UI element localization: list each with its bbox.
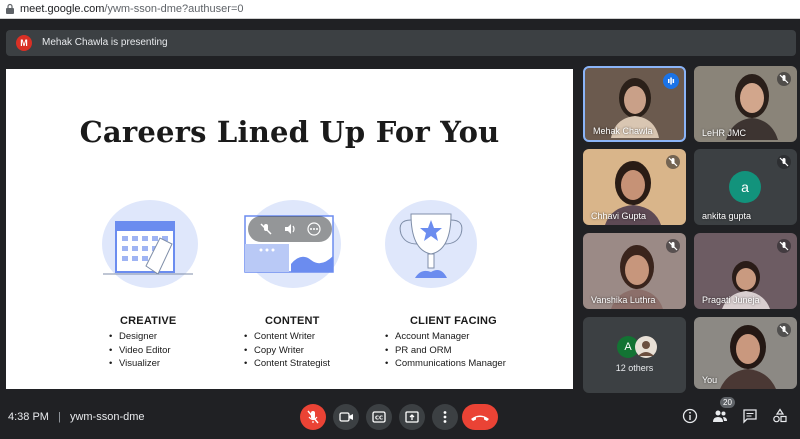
presenting-banner: M Mehak Chawla is presenting xyxy=(6,30,796,56)
column-heading-creative: CREATIVE xyxy=(120,315,177,327)
mic-muted-icon xyxy=(777,239,791,253)
chat-icon[interactable] xyxy=(742,408,758,424)
lock-icon xyxy=(6,3,14,14)
participant-tile-pragati-juneja[interactable]: Pragati Juneja xyxy=(694,233,797,309)
list-item: Content Writer xyxy=(244,330,330,344)
participant-name: Vanshika Luthra xyxy=(591,295,656,305)
participant-tile-lehr-jmc[interactable]: LeHR JMC xyxy=(694,66,797,142)
column-heading-client-facing: CLIENT FACING xyxy=(410,315,497,327)
meeting-code: ywm-sson-dme xyxy=(69,411,145,423)
video-camera-icon xyxy=(339,412,353,422)
list-item: Account Manager xyxy=(385,330,506,344)
camera-toggle-button[interactable] xyxy=(333,404,359,430)
mic-muted-icon xyxy=(777,72,791,86)
mic-off-icon xyxy=(307,410,319,424)
content-illustration-icon xyxy=(244,200,341,288)
svg-text:CC: CC xyxy=(375,416,383,422)
avatar-photo xyxy=(635,336,657,358)
list-item: Visualizer xyxy=(109,357,171,371)
slide-title: Careers Lined Up For You xyxy=(79,115,500,149)
participant-tile-you[interactable]: You xyxy=(694,317,797,389)
more-vertical-icon xyxy=(443,411,447,423)
clock-time: 4:38 PM xyxy=(8,411,49,423)
participant-tile-mehak-chawla[interactable]: Mehak Chawla xyxy=(583,66,686,142)
list-item: Video Editor xyxy=(109,344,171,358)
bottom-control-bar: 4:38 PM | ywm-sson-dme CC 20 xyxy=(0,395,800,439)
browser-url-bar[interactable]: meet.google.com/ywm-sson-dme?authuser=0 xyxy=(0,0,800,19)
client-facing-list: Account Manager PR and ORM Communication… xyxy=(385,330,506,371)
presenter-avatar: M xyxy=(16,35,32,51)
info-icon[interactable] xyxy=(682,408,698,424)
mic-muted-icon xyxy=(777,323,791,337)
more-options-button[interactable] xyxy=(432,404,458,430)
participant-name: You xyxy=(702,375,718,385)
speaking-indicator-icon xyxy=(663,73,679,89)
activities-icon[interactable] xyxy=(772,408,788,424)
mic-muted-icon xyxy=(777,155,791,169)
microphone-toggle-button[interactable] xyxy=(300,404,326,430)
participant-name: LeHR JMC xyxy=(702,128,747,138)
closed-captions-icon: CC xyxy=(372,411,386,423)
present-now-button[interactable] xyxy=(399,404,425,430)
trophy-illustration-icon xyxy=(385,200,477,288)
content-list: Content Writer Copy Writer Content Strat… xyxy=(244,330,330,371)
participant-video xyxy=(716,319,780,389)
participant-name: ankita gupta xyxy=(702,211,752,221)
url-text[interactable]: meet.google.com/ywm-sson-dme?authuser=0 xyxy=(20,3,243,15)
participant-count-badge: 20 xyxy=(720,397,735,408)
participant-tile-vanshika-luthra[interactable]: Vanshika Luthra xyxy=(583,233,686,309)
calendar-illustration-icon xyxy=(102,200,198,288)
url-host: meet.google.com xyxy=(20,3,105,15)
mic-off-icon[interactable] xyxy=(258,221,274,237)
people-icon[interactable] xyxy=(712,408,728,424)
url-path: /ywm-sson-dme?authuser=0 xyxy=(104,3,244,15)
captions-button[interactable]: CC xyxy=(366,404,392,430)
separator: | xyxy=(58,411,61,423)
column-heading-content: CONTENT xyxy=(265,315,320,327)
volume-icon[interactable] xyxy=(282,221,298,237)
meeting-info: 4:38 PM | ywm-sson-dme xyxy=(8,411,145,423)
video-overlay-controls xyxy=(248,216,332,242)
hang-up-icon xyxy=(471,415,489,421)
avatar: a xyxy=(729,171,761,203)
list-item: Copy Writer xyxy=(244,344,330,358)
leave-call-button[interactable] xyxy=(462,404,498,430)
mic-muted-icon xyxy=(666,155,680,169)
list-item: Communications Manager xyxy=(385,357,506,371)
participant-tile-ankita-gupta[interactable]: a ankita gupta xyxy=(694,149,797,225)
presenting-text: Mehak Chawla is presenting xyxy=(42,37,168,48)
presentation-stage: Careers Lined Up For You CREATIVE • Desi… xyxy=(6,69,573,389)
participant-tile-chhavi-gupta[interactable]: Chhavi Gupta xyxy=(583,149,686,225)
participant-name: Chhavi Gupta xyxy=(591,211,647,221)
mic-muted-icon xyxy=(666,239,680,253)
present-screen-icon xyxy=(405,411,419,423)
creative-list: Designer Video Editor Visualizer xyxy=(109,330,171,371)
list-item: Designer xyxy=(109,330,171,344)
participant-name: Mehak Chawla xyxy=(593,126,653,136)
list-item: Content Strategist xyxy=(244,357,330,371)
more-options-icon[interactable] xyxy=(306,221,322,237)
list-item: PR and ORM xyxy=(385,344,506,358)
participant-tile-others[interactable]: A 12 others xyxy=(583,317,686,393)
others-count: 12 others xyxy=(615,363,654,373)
participant-name: Pragati Juneja xyxy=(702,295,760,305)
